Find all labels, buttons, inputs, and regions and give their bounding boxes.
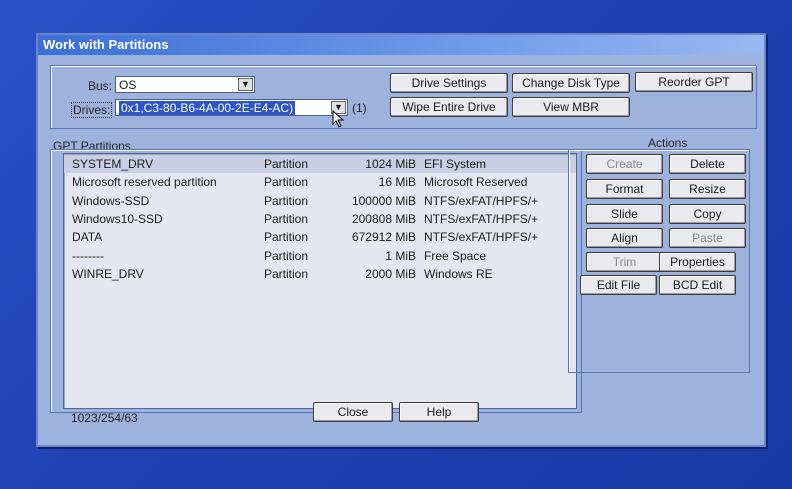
partition-row[interactable]: Windows-SSD Partition 100000 MiB NTFS/exFAT… — [64, 192, 576, 210]
partition-name: Windows10-SSD — [72, 211, 163, 226]
partition-name: Windows-SSD — [72, 193, 150, 208]
copy-button[interactable]: Copy — [669, 204, 746, 224]
partition-size: 1 MiB — [385, 248, 416, 263]
wipe-entire-drive-button[interactable]: Wipe Entire Drive — [390, 97, 508, 117]
partition-type: Partition — [264, 193, 309, 208]
chevron-down-icon[interactable]: ▼ — [238, 78, 253, 91]
partition-size: 2000 MiB — [365, 266, 416, 281]
actions-label: Actions — [648, 136, 688, 150]
reorder-gpt-button[interactable]: Reorder GPT — [635, 72, 753, 92]
drives-count: (1) — [352, 101, 367, 115]
delete-button[interactable]: Delete — [669, 154, 746, 174]
partition-name: SYSTEM_DRV — [72, 157, 154, 171]
partition-filesystem: Free Space — [424, 248, 487, 263]
partition-filesystem: NTFS/exFAT/HPFS/+ — [424, 193, 539, 208]
partition-row[interactable]: DATA Partition 672912 MiB NTFS/exFAT/HPFS/+ — [64, 228, 576, 246]
window-title: Work with Partitions — [38, 35, 764, 55]
partition-filesystem: EFI System — [424, 157, 487, 171]
paste-button[interactable]: Paste — [669, 228, 746, 248]
help-button[interactable]: Help — [399, 402, 479, 422]
properties-button[interactable]: Properties — [659, 252, 736, 272]
partition-row[interactable]: Microsoft reserved partition Partition 16 … — [64, 173, 576, 191]
partition-filesystem: Microsoft Reserved — [424, 175, 528, 190]
partitions-list[interactable]: SYSTEM_DRV Partition 1024 MiB EFI System Mic… — [63, 153, 577, 409]
mouse-pointer-icon — [332, 110, 345, 128]
create-button[interactable]: Create — [586, 154, 663, 174]
partition-size: 16 MiB — [378, 175, 416, 190]
partition-name: -------- — [72, 248, 104, 263]
drives-value: 0x1,C3-80-B6-4A-00-2E-E4-AC) — [119, 101, 296, 115]
partition-type: Partition — [264, 211, 309, 226]
bus-label: Bus: — [88, 79, 113, 93]
partition-filesystem: Windows RE — [424, 266, 493, 281]
partition-name: WINRE_DRV — [72, 266, 144, 281]
partition-filesystem: NTFS/exFAT/HPFS/+ — [424, 211, 539, 226]
partition-name: Microsoft reserved partition — [72, 175, 217, 190]
partition-filesystem: NTFS/exFAT/HPFS/+ — [424, 230, 539, 245]
partition-type: Partition — [264, 175, 309, 190]
partition-type: Partition — [264, 230, 309, 245]
change-disk-type-button[interactable]: Change Disk Type — [512, 73, 630, 93]
bcd-edit-button[interactable]: BCD Edit — [659, 275, 736, 295]
partition-type: Partition — [264, 248, 309, 263]
work-with-partitions-window: Work with Partitions Bus: OS ▼ Drives: 0… — [36, 33, 766, 447]
view-mbr-button[interactable]: View MBR — [512, 97, 630, 117]
partition-row[interactable]: Windows10-SSD Partition 200808 MiB NTFS/exF… — [64, 210, 576, 228]
partition-row[interactable]: WINRE_DRV Partition 2000 MiB Windows RE — [64, 265, 576, 283]
edit-file-button[interactable]: Edit File — [580, 275, 657, 295]
partition-size: 100000 MiB — [351, 193, 416, 208]
partition-size: 672912 MiB — [351, 230, 416, 245]
format-button[interactable]: Format — [586, 179, 663, 199]
bus-value: OS — [119, 78, 137, 92]
drives-label: Drives: — [71, 102, 113, 118]
partition-type: Partition — [264, 157, 309, 171]
resize-button[interactable]: Resize — [669, 179, 746, 199]
align-button[interactable]: Align — [586, 228, 663, 248]
bus-combobox[interactable]: OS ▼ — [115, 76, 255, 93]
drives-combobox[interactable]: 0x1,C3-80-B6-4A-00-2E-E4-AC) ▼ — [115, 99, 348, 116]
trim-button[interactable]: Trim — [586, 252, 663, 272]
partition-type: Partition — [264, 266, 309, 281]
partition-row[interactable]: -------- Partition 1 MiB Free Space — [64, 247, 576, 265]
partition-size: 200808 MiB — [351, 211, 416, 226]
drive-settings-button[interactable]: Drive Settings — [390, 73, 508, 93]
disk-geometry: 1023/254/63 — [71, 411, 138, 425]
partition-row[interactable]: SYSTEM_DRV Partition 1024 MiB EFI System — [64, 155, 576, 173]
partition-name: DATA — [72, 230, 103, 245]
slide-button[interactable]: Slide — [586, 204, 663, 224]
close-button[interactable]: Close — [313, 402, 393, 422]
partition-size: 1024 MiB — [365, 157, 416, 171]
